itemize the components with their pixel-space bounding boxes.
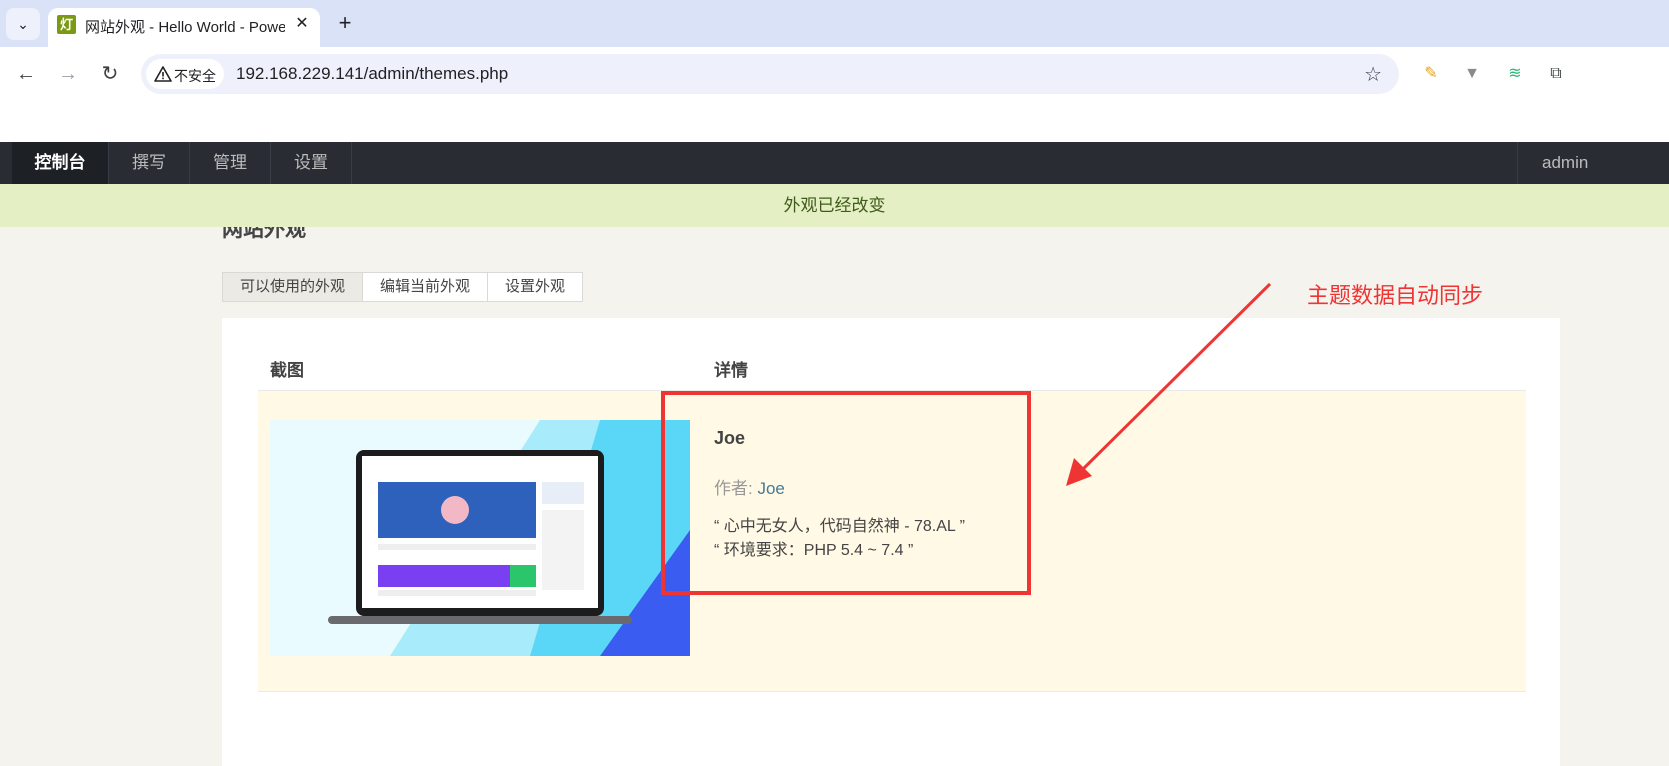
back-icon[interactable]: ← xyxy=(13,61,39,87)
nav-settings[interactable]: 设置 xyxy=(271,142,352,184)
table-header: 截图 详情 xyxy=(258,342,1526,391)
header-details: 详情 xyxy=(714,361,748,380)
site-favicon-icon: 灯 xyxy=(57,15,76,34)
reload-icon[interactable]: ↻ xyxy=(97,61,123,87)
nav-dashboard[interactable]: 控制台 xyxy=(12,142,109,184)
highlight-box xyxy=(661,391,1031,595)
url-text[interactable]: 192.168.229.141/admin/themes.php xyxy=(236,64,508,84)
header-screenshot: 截图 xyxy=(270,361,304,380)
forward-icon[interactable]: → xyxy=(55,61,81,87)
close-icon[interactable]: ✕ xyxy=(292,14,312,34)
layers-extension-icon[interactable]: ≋ xyxy=(1505,64,1525,84)
warning-icon xyxy=(154,66,172,82)
plus-icon[interactable]: + xyxy=(334,10,356,36)
page-top-space xyxy=(0,100,1669,142)
success-notice: 外观已经改变 xyxy=(0,184,1669,227)
star-icon[interactable]: ☆ xyxy=(1364,62,1382,87)
puzzle-extension-icon[interactable]: ⧉ xyxy=(1546,64,1566,84)
annotation-label: 主题数据自动同步 xyxy=(1307,283,1484,308)
eyedropper-extension-icon[interactable]: ✎ xyxy=(1421,64,1441,84)
security-chip[interactable]: 不安全 xyxy=(146,59,224,89)
security-label: 不安全 xyxy=(174,68,216,84)
theme-subtabs: 可以使用的外观 编辑当前外观 设置外观 xyxy=(222,272,584,302)
address-bar[interactable]: 不安全 192.168.229.141/admin/themes.php ☆ xyxy=(141,54,1399,94)
vue-extension-icon[interactable]: ▼ xyxy=(1462,64,1482,84)
theme-screenshot xyxy=(270,420,690,656)
browser-toolbar: ← → ↻ 不安全 192.168.229.141/admin/themes.p… xyxy=(0,47,1669,100)
nav-write[interactable]: 撰写 xyxy=(109,142,190,184)
nav-user[interactable]: admin xyxy=(1517,142,1669,184)
browser-tab-strip: ⌄ 灯 网站外观 - Hello World - Powered by Type… xyxy=(0,0,1669,47)
tab-edit-current-theme[interactable]: 编辑当前外观 xyxy=(363,273,489,301)
admin-nav: 控制台 撰写 管理 设置 admin xyxy=(0,142,1669,184)
tab-available-themes[interactable]: 可以使用的外观 xyxy=(223,273,364,301)
nav-manage[interactable]: 管理 xyxy=(190,142,271,184)
chevron-down-icon: ⌄ xyxy=(17,15,29,32)
browser-tab[interactable]: 灯 网站外观 - Hello World - Powered by Typech… xyxy=(48,8,320,47)
tab-theme-settings[interactable]: 设置外观 xyxy=(488,273,583,301)
tab-title: 网站外观 - Hello World - Powered by Typecho xyxy=(85,19,285,36)
tab-search-button[interactable]: ⌄ xyxy=(6,8,40,40)
